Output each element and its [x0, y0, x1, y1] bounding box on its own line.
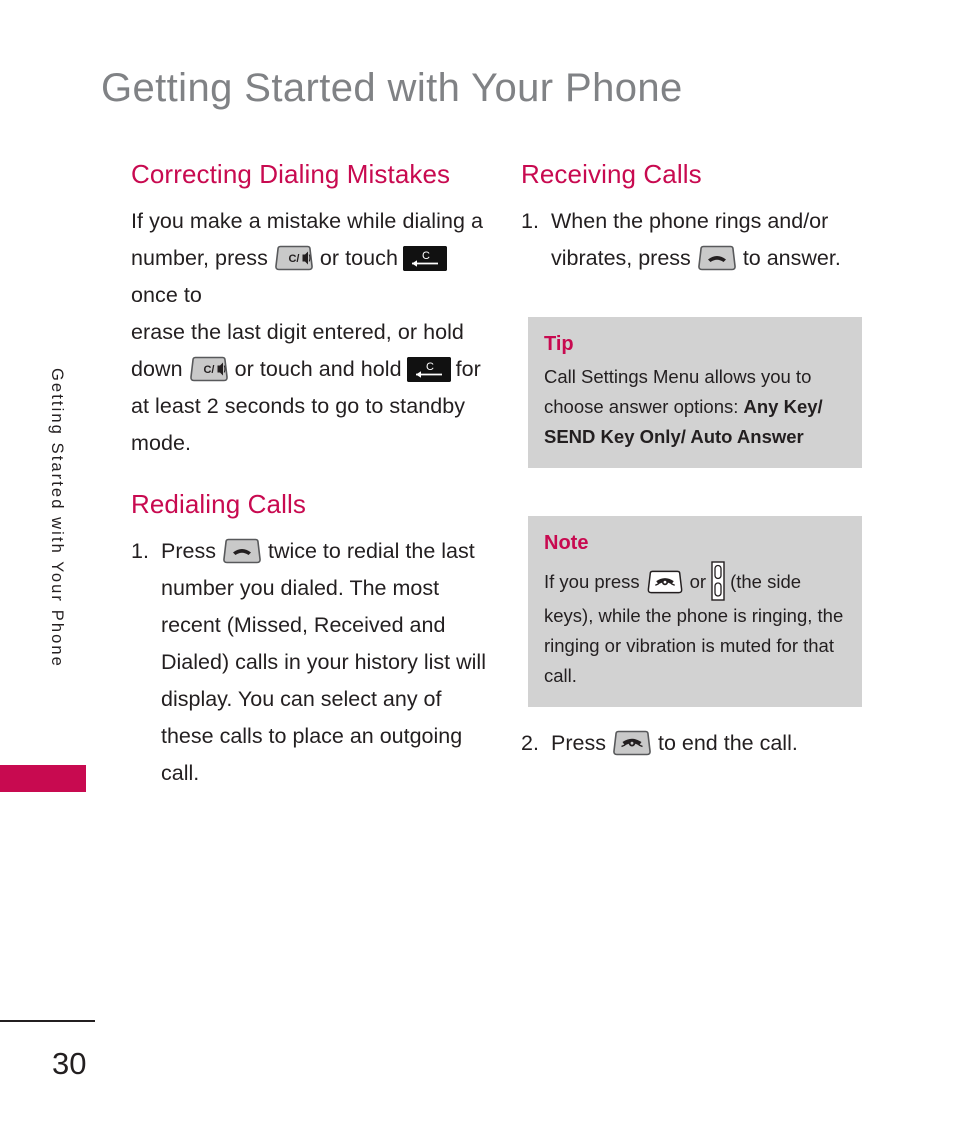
side-keys-icon	[711, 561, 725, 601]
clear-speaker-key-icon: C/	[189, 356, 229, 382]
svg-text:C/: C/	[203, 364, 214, 376]
heading-correcting-dialing-mistakes: Correcting Dialing Mistakes	[131, 159, 451, 189]
text-run: to answer.	[742, 246, 841, 271]
list-item-text: When the phone rings and/or vibrates, pr…	[551, 203, 877, 277]
list-item-number: 1.	[521, 209, 539, 234]
send-key-icon	[697, 245, 737, 271]
page-number: 30	[52, 1046, 87, 1081]
text-run: twice to redial the last number you dial…	[161, 539, 486, 786]
touch-clear-backspace-key-icon: C	[406, 357, 451, 383]
text-run: once to	[131, 283, 202, 308]
touch-clear-backspace-key-icon: C	[402, 246, 447, 272]
text-run: or	[689, 571, 707, 592]
text-run: or touch	[319, 246, 398, 271]
send-key-icon	[222, 538, 262, 564]
text-run: or touch and hold	[234, 357, 402, 382]
heading-receiving-calls: Receiving Calls	[521, 159, 702, 189]
tip-body: Call Settings Menu allows you to choose …	[544, 362, 846, 452]
text-run: If you press	[544, 571, 640, 592]
svg-text:C/: C/	[288, 253, 299, 265]
list-item-text: Press twice to redial the last number yo…	[161, 533, 487, 792]
paragraph-correcting-dialing-mistakes: If you make a mistake while dialing a nu…	[131, 203, 487, 314]
list-item-text: Press to end the call.	[551, 725, 877, 762]
list-item-number: 2.	[521, 731, 539, 755]
right-column-receiving-calls: Receiving Calls 1. When the phone rings …	[521, 159, 877, 277]
tip-title: Tip	[544, 333, 574, 355]
page-title: Getting Started with Your Phone	[101, 66, 683, 110]
clear-speaker-key-icon: C/	[274, 245, 314, 271]
left-column: Correcting Dialing Mistakes If you make …	[131, 159, 487, 792]
side-tab-label: Getting Started with Your Phone	[48, 368, 66, 668]
note-callout: Note If you press or (the side keys), wh…	[528, 516, 862, 707]
list-item-receive-step-1: 1. When the phone rings and/or vibrates,…	[521, 203, 877, 277]
text-run: to end the call.	[657, 731, 798, 755]
note-body: If you press or (the side keys), while t…	[544, 561, 846, 691]
svg-text:C: C	[422, 250, 430, 262]
side-tab-marker	[0, 765, 86, 792]
right-column-end-call: 2. Press to end the call.	[521, 725, 877, 762]
text-run: Press	[551, 731, 606, 755]
note-title: Note	[544, 532, 589, 554]
footer-divider	[0, 1020, 95, 1022]
svg-text:C: C	[426, 361, 434, 373]
list-item-number: 1.	[131, 539, 149, 564]
end-key-icon	[612, 730, 652, 756]
list-item-receive-step-2: 2. Press to end the call.	[521, 725, 877, 762]
heading-redialing-calls: Redialing Calls	[131, 489, 306, 520]
tip-callout: Tip Call Settings Menu allows you to cho…	[528, 317, 862, 468]
paragraph-correcting-dialing-mistakes-cont: erase the last digit entered, or hold do…	[131, 314, 487, 462]
list-item-redial-step-1: 1. Press twice to redial the last number…	[131, 533, 487, 792]
end-key-icon	[646, 570, 684, 594]
text-run: Press	[161, 539, 216, 564]
